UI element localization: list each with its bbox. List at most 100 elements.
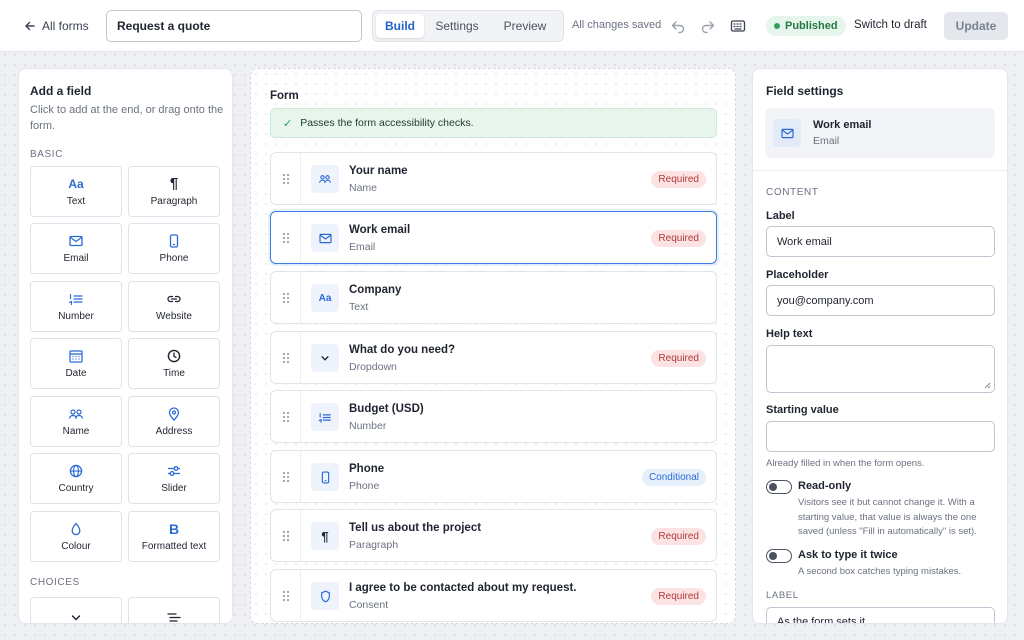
switch-to-draft-button[interactable]: Switch to draft (854, 19, 927, 31)
add-number-field-button[interactable]: Number (30, 281, 122, 332)
check-icon: ✓ (283, 117, 293, 130)
tab-preview[interactable]: Preview (490, 14, 560, 38)
add-slider-field-button[interactable]: Slider (128, 453, 220, 504)
drag-handle-icon[interactable] (271, 212, 301, 263)
selected-field-label: Work email (813, 119, 872, 131)
add-text-field-button[interactable]: Aa Text (30, 166, 122, 217)
conditional-badge: Conditional (641, 469, 706, 486)
form-field-row[interactable]: Your name Name Required (270, 152, 717, 205)
field-type: Phone (349, 480, 380, 492)
form-field-row[interactable]: Phone Phone Conditional (270, 450, 717, 503)
add-time-field-button[interactable]: Time (128, 338, 220, 389)
redo-icon[interactable] (699, 17, 717, 35)
add-name-field-button[interactable]: Name (30, 396, 122, 447)
form-canvas: Form ✓ Passes the form accessibility che… (250, 68, 736, 624)
drag-handle-icon[interactable] (271, 510, 301, 561)
people-icon (311, 165, 339, 193)
selected-field-type: Email (813, 135, 840, 147)
published-label: Published (785, 20, 838, 32)
resize-grip-icon[interactable] (983, 381, 991, 389)
update-button[interactable]: Update (944, 12, 1008, 40)
clock-icon (167, 349, 181, 363)
add-address-field-button[interactable]: Address (128, 396, 220, 447)
drag-handle-icon[interactable] (271, 391, 301, 442)
form-field-row-selected[interactable]: Work email Email Required (270, 211, 717, 264)
placeholder-input[interactable] (766, 285, 995, 316)
selected-field-card: Work email Email (765, 108, 995, 158)
add-country-field-button[interactable]: Country (30, 453, 122, 504)
published-status-badge: Published (766, 16, 846, 36)
back-to-forms-link[interactable]: All forms (24, 18, 89, 34)
tab-build[interactable]: Build (376, 14, 424, 38)
droplet-icon (71, 521, 81, 536)
placeholder-field-label: Placeholder (766, 269, 829, 281)
form-field-row[interactable]: Budget (USD) Number (270, 390, 717, 443)
add-dropdown-field-button[interactable] (30, 597, 122, 623)
list-lines-icon (167, 612, 181, 624)
add-date-field-button[interactable]: Date (30, 338, 122, 389)
field-type: Text (349, 301, 369, 313)
globe-icon (69, 464, 83, 478)
drag-handle-icon[interactable] (271, 153, 301, 204)
form-title-input[interactable] (106, 10, 362, 42)
field-type: Name (349, 182, 378, 194)
field-type: Paragraph (349, 539, 399, 551)
ask-twice-toggle[interactable] (766, 549, 792, 563)
field-type: Dropdown (349, 361, 397, 373)
text-icon: Aa (68, 176, 84, 191)
add-phone-field-button[interactable]: Phone (128, 223, 220, 274)
link-icon (166, 292, 182, 306)
accessibility-message: Passes the form accessibility checks. (300, 117, 474, 129)
choices-section-label: CHOICES (30, 577, 80, 588)
email-icon (773, 119, 801, 147)
add-paragraph-field-button[interactable]: ¶ Paragraph (128, 166, 220, 217)
starting-value-input[interactable] (766, 421, 995, 452)
required-badge: Required (651, 350, 706, 367)
add-website-field-button[interactable]: Website (128, 281, 220, 332)
content-section-label: CONTENT (766, 187, 819, 198)
chevron-down-icon (70, 614, 82, 622)
help-text-textarea[interactable] (766, 345, 995, 393)
drag-handle-icon[interactable] (271, 272, 301, 323)
add-formatted-text-field-button[interactable]: B Formatted text (128, 511, 220, 562)
add-list-field-button[interactable] (128, 597, 220, 624)
starting-value-help: Already filled in when the form opens. (766, 458, 925, 469)
read-only-label: Read-only (798, 480, 852, 492)
add-colour-field-button[interactable]: Colour (30, 511, 122, 562)
form-field-row[interactable]: What do you need? Dropdown Required (270, 331, 717, 384)
add-email-field-button[interactable]: Email (30, 223, 122, 274)
divider (753, 170, 1007, 171)
label-position-select[interactable]: As the form sets it (766, 607, 995, 623)
form-field-row[interactable]: I agree to be contacted about my request… (270, 569, 717, 622)
required-badge: Required (651, 528, 706, 545)
form-title: Form (270, 90, 299, 102)
shield-icon (311, 582, 339, 610)
form-field-row[interactable]: Aa Company Text (270, 271, 717, 324)
email-icon (69, 234, 83, 248)
tab-settings[interactable]: Settings (424, 14, 490, 38)
label-input[interactable] (766, 226, 995, 257)
location-pin-icon (168, 406, 180, 421)
drag-handle-icon[interactable] (271, 570, 301, 621)
field-settings-title: Field settings (766, 84, 844, 98)
keyboard-icon[interactable] (729, 17, 747, 35)
calendar-icon (69, 349, 83, 363)
status-dot-icon (774, 23, 780, 29)
read-only-toggle[interactable] (766, 480, 792, 494)
drag-handle-icon[interactable] (271, 451, 301, 502)
label-section-label: LABEL (766, 590, 799, 601)
label-field-label: Label (766, 210, 795, 222)
field-label: Budget (USD) (349, 403, 424, 415)
drag-handle-icon[interactable] (271, 332, 301, 383)
field-label: Your name (349, 165, 408, 177)
add-field-panel: Add a field Click to add at the end, or … (18, 68, 233, 624)
paragraph-icon: ¶ (169, 175, 179, 192)
form-field-row[interactable]: ¶ Tell us about the project Paragraph Re… (270, 509, 717, 562)
back-label: All forms (42, 19, 89, 33)
arrow-left-icon (24, 20, 36, 32)
field-type: Number (349, 420, 387, 432)
undo-icon[interactable] (669, 17, 687, 35)
ask-twice-label: Ask to type it twice (798, 549, 898, 561)
required-badge: Required (651, 588, 706, 605)
bold-icon: B (168, 520, 180, 537)
